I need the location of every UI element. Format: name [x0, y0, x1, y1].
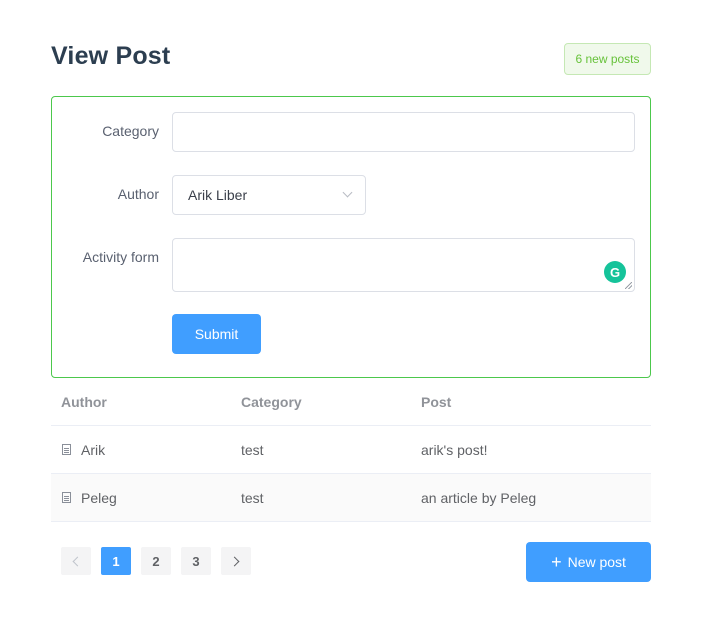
new-post-button[interactable]: + New post [526, 542, 651, 582]
page-2-button[interactable]: 2 [141, 547, 171, 575]
author-select-value: Arik Liber [188, 187, 248, 203]
page-1-button[interactable]: 1 [101, 547, 131, 575]
chevron-down-icon [342, 187, 353, 198]
category-cell: test [241, 489, 264, 506]
page-3-button[interactable]: 3 [181, 547, 211, 575]
author-name: Peleg [81, 489, 117, 506]
category-label: Category [102, 123, 159, 139]
author-label: Author [117, 186, 159, 202]
activity-form-textarea[interactable]: G [172, 238, 635, 292]
document-icon [62, 492, 71, 503]
resize-handle[interactable] [625, 282, 632, 289]
page-title: View Post [51, 42, 171, 70]
grammarly-icon[interactable]: G [604, 261, 626, 283]
prev-page-button[interactable] [61, 547, 91, 575]
header-author[interactable]: Author [61, 378, 107, 425]
post-cell: an article by Peleg [421, 489, 537, 506]
plus-icon: + [551, 552, 562, 572]
post-form: Category Author Arik Liber Activity form… [51, 96, 651, 378]
author-select[interactable]: Arik Liber [172, 175, 366, 215]
category-input[interactable] [172, 112, 635, 152]
table-header: Author Category Post [51, 378, 651, 426]
new-posts-badge[interactable]: 6 new posts [564, 43, 651, 75]
author-cell: Peleg [61, 474, 117, 521]
submit-button[interactable]: Submit [172, 314, 261, 354]
header-post[interactable]: Post [421, 378, 451, 425]
chevron-left-icon [72, 556, 83, 566]
post-cell: arik's post! [421, 441, 488, 458]
author-cell: Arik [61, 426, 105, 473]
author-name: Arik [81, 441, 106, 458]
document-icon [62, 444, 71, 455]
table-row[interactable]: Arik test arik's post! [51, 426, 651, 474]
next-page-button[interactable] [221, 547, 251, 575]
chevron-right-icon [229, 556, 240, 566]
header-category[interactable]: Category [241, 378, 302, 425]
category-cell: test [241, 441, 264, 458]
new-post-label: New post [567, 554, 626, 570]
activity-form-label: Activity form [82, 249, 159, 265]
posts-table: Author Category Post Arik test arik's po… [51, 378, 651, 522]
table-row[interactable]: Peleg test an article by Peleg [51, 474, 651, 522]
